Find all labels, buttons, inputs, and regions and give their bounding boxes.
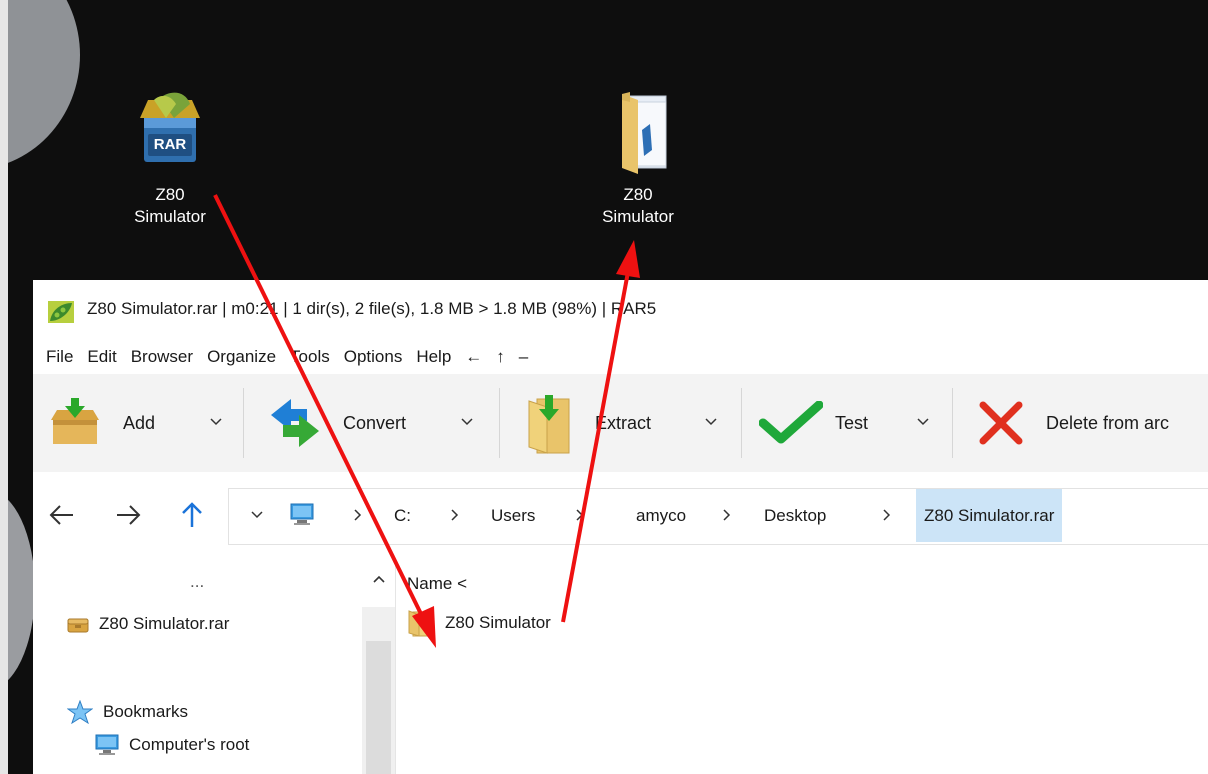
computer-icon[interactable] bbox=[289, 501, 315, 527]
scroll-up-chevron-icon[interactable] bbox=[372, 573, 386, 585]
breadcrumb[interactable]: C: Users amyco Desktop Z80 Simulator.rar bbox=[228, 488, 1208, 545]
chevron-down-icon[interactable] bbox=[251, 509, 263, 521]
toolbar: Add Convert Extract Test Delete from arc bbox=[33, 374, 1208, 472]
toolbar-separator bbox=[741, 388, 742, 458]
convert-dropdown-chevron-icon[interactable] bbox=[461, 416, 473, 428]
breadcrumb-current-archive[interactable]: Z80 Simulator.rar bbox=[916, 489, 1063, 542]
convert-icon bbox=[271, 399, 319, 447]
desktop-icon-rar-archive[interactable]: RAR Z80 Simulator bbox=[110, 90, 230, 228]
breadcrumb-desktop[interactable]: Desktop bbox=[764, 489, 826, 542]
delete-from-archive-button[interactable]: Delete from arc bbox=[978, 374, 1208, 472]
archive-box-icon bbox=[67, 618, 89, 633]
extract-icon bbox=[528, 395, 570, 454]
breadcrumb-amyco[interactable]: amyco bbox=[636, 489, 686, 542]
toolbar-separator bbox=[243, 388, 244, 458]
winrar-window: Z80 Simulator.rar | m0:21 | 1 dir(s), 2 … bbox=[33, 280, 1208, 774]
name-column-header[interactable]: Name < bbox=[407, 574, 467, 594]
extract-button-label: Extract bbox=[595, 412, 652, 433]
title-bar[interactable]: Z80 Simulator.rar | m0:21 | 1 dir(s), 2 … bbox=[33, 280, 1208, 340]
menu-organize[interactable]: Organize bbox=[200, 340, 283, 374]
extract-dropdown-chevron-icon[interactable] bbox=[705, 416, 717, 428]
add-button-label: Add bbox=[123, 412, 156, 433]
wallpaper-shape bbox=[0, 0, 80, 170]
breadcrumb-separator-icon bbox=[883, 509, 891, 521]
breadcrumb-separator-icon bbox=[354, 509, 362, 521]
scrollbar-thumb[interactable] bbox=[366, 641, 391, 774]
folder-icon bbox=[598, 90, 678, 180]
menu-up-arrow[interactable]: ↑ bbox=[489, 340, 512, 374]
menu-edit[interactable]: Edit bbox=[80, 340, 123, 374]
add-button[interactable]: Add bbox=[47, 374, 237, 472]
file-name: Z80 Simulator bbox=[445, 613, 551, 632]
list-item[interactable]: Z80 Simulator bbox=[407, 608, 551, 638]
breadcrumb-c-drive[interactable]: C: bbox=[394, 489, 411, 542]
rar-badge-text: RAR bbox=[153, 136, 187, 153]
address-bar: C: Users amyco Desktop Z80 Simulator.rar bbox=[33, 472, 1208, 562]
menu-back-arrow[interactable]: ← bbox=[458, 340, 489, 374]
desktop-icon-label-line1: Z80 bbox=[623, 185, 653, 204]
breadcrumb-separator-icon bbox=[576, 509, 584, 521]
desktop-icon-label-line2: Simulator bbox=[602, 207, 674, 226]
menu-bar: File Edit Browser Organize Tools Options… bbox=[33, 340, 1208, 374]
sidebar-item-archive[interactable]: Z80 Simulator.rar bbox=[67, 614, 229, 634]
breadcrumb-users[interactable]: Users bbox=[491, 489, 535, 542]
add-dropdown-chevron-icon[interactable] bbox=[210, 416, 222, 428]
sidebar-scrollbar[interactable] bbox=[362, 575, 395, 774]
menu-help[interactable]: Help bbox=[409, 340, 458, 374]
desktop-icon-label-line1: Z80 bbox=[155, 185, 185, 204]
menu-tools[interactable]: Tools bbox=[283, 340, 337, 374]
checkmark-icon bbox=[759, 401, 823, 444]
back-arrow-icon[interactable] bbox=[47, 500, 77, 530]
test-dropdown-chevron-icon[interactable] bbox=[917, 416, 929, 428]
toolbar-separator bbox=[499, 388, 500, 458]
delete-button-label: Delete from arc bbox=[1046, 412, 1170, 433]
desktop-icon-folder[interactable]: Z80 Simulator bbox=[578, 90, 698, 228]
convert-button-label: Convert bbox=[343, 412, 407, 433]
breadcrumb-separator-icon bbox=[451, 509, 459, 521]
add-archive-icon bbox=[51, 398, 99, 444]
menu-browser[interactable]: Browser bbox=[124, 340, 200, 374]
file-list: Name < Z80 Simulator bbox=[396, 562, 1208, 774]
folder-icon bbox=[408, 610, 432, 637]
sidebar-item-computer-root[interactable]: Computer's root bbox=[95, 734, 249, 756]
breadcrumb-separator-icon bbox=[723, 509, 731, 521]
desktop-icon-label-line2: Simulator bbox=[134, 207, 206, 226]
rar-archive-icon: RAR bbox=[130, 90, 210, 180]
forward-arrow-icon[interactable] bbox=[113, 500, 143, 530]
extract-button[interactable]: Extract bbox=[523, 374, 733, 472]
menu-file[interactable]: File bbox=[33, 340, 80, 374]
winrar-logo-icon bbox=[48, 301, 74, 323]
menu-minimize-dash[interactable]: – bbox=[512, 340, 535, 374]
sidebar-item-bookmarks[interactable]: Bookmarks bbox=[67, 700, 188, 724]
test-button-label: Test bbox=[835, 412, 869, 433]
computer-icon bbox=[95, 734, 119, 755]
menu-options[interactable]: Options bbox=[337, 340, 410, 374]
delete-x-icon bbox=[979, 401, 1023, 445]
sidebar-item-label: Bookmarks bbox=[103, 702, 189, 721]
star-icon bbox=[67, 700, 93, 724]
wallpaper-edge bbox=[0, 0, 8, 774]
sidebar-more[interactable]: ... bbox=[190, 572, 204, 592]
up-arrow-icon[interactable] bbox=[177, 500, 207, 530]
sidebar: ... Z80 Simulator.rar Bookmarks Computer… bbox=[33, 562, 395, 774]
toolbar-separator bbox=[952, 388, 953, 458]
window-title: Z80 Simulator.rar | m0:21 | 1 dir(s), 2 … bbox=[87, 299, 657, 318]
sidebar-item-label: Z80 Simulator.rar bbox=[99, 614, 230, 633]
sidebar-item-label: Computer's root bbox=[129, 735, 250, 754]
